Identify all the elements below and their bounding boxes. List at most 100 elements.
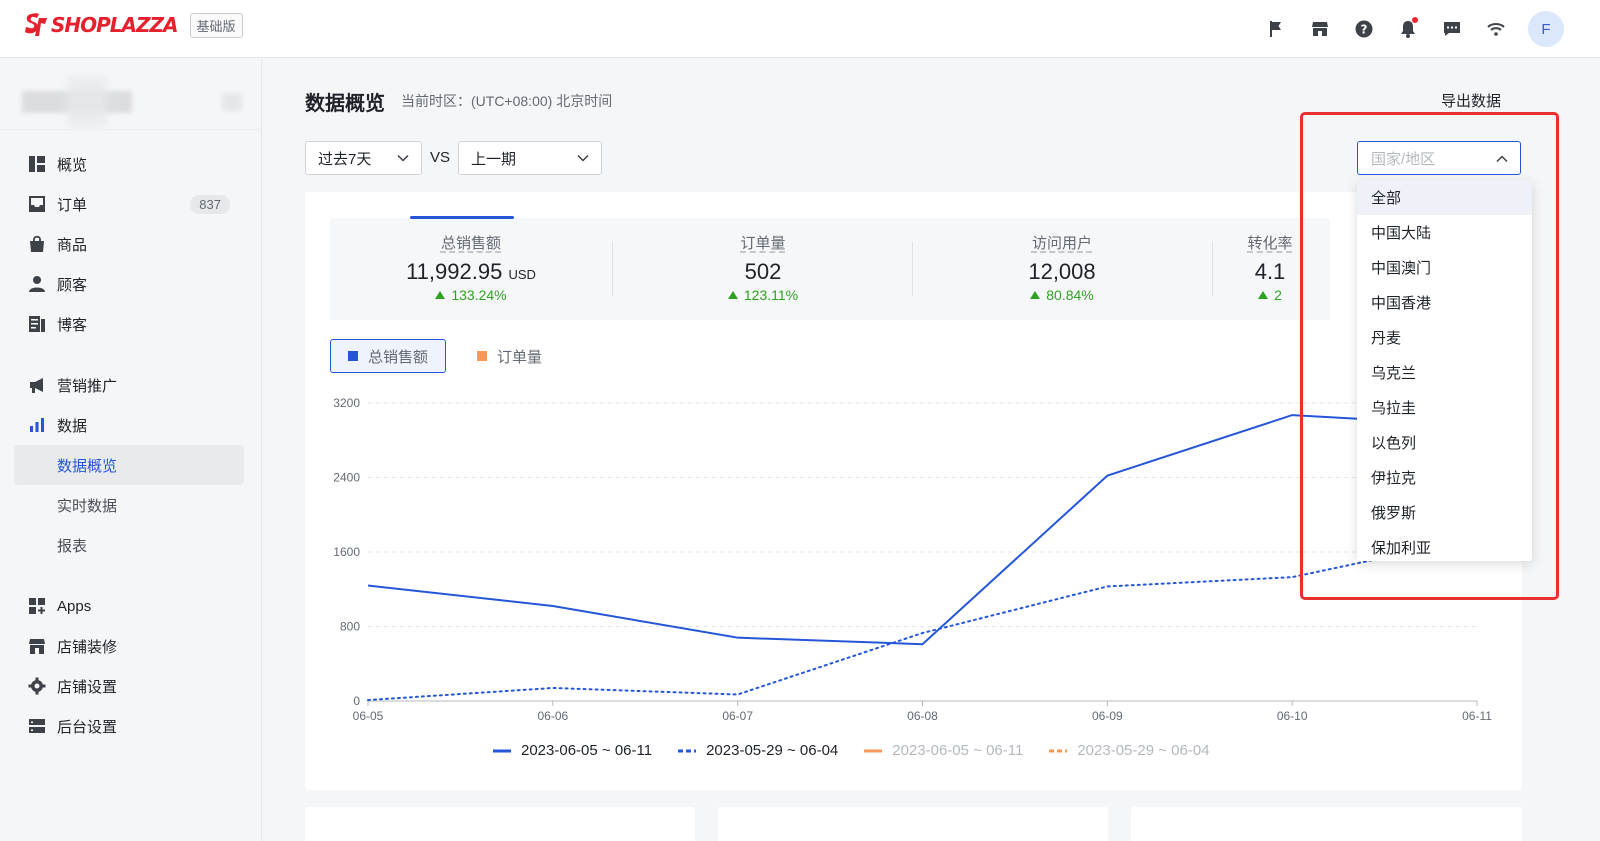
sidebar-item-label: 营销推广 bbox=[57, 377, 118, 395]
sidebar-item-label: 数据 bbox=[57, 417, 88, 435]
page-title: 数据概览 bbox=[305, 93, 385, 115]
svg-text:?: ? bbox=[1361, 23, 1368, 37]
toggle-label: 总销售额 bbox=[368, 348, 429, 366]
sidebar: 概览 订单 837 商品 顾客 博客 营销推广 数据 数据概览 实时数据 报表 … bbox=[0, 59, 262, 841]
active-metric-indicator bbox=[410, 216, 514, 219]
y-tick-label: 800 bbox=[340, 620, 360, 634]
sidebar-item-products[interactable]: 商品 bbox=[14, 224, 244, 264]
wifi-icon[interactable] bbox=[1474, 8, 1518, 50]
stat-card bbox=[718, 807, 1108, 841]
metric-conversion[interactable]: 转化率 4.1 2 bbox=[1210, 218, 1330, 320]
server-icon bbox=[28, 717, 46, 735]
message-icon[interactable] bbox=[1430, 8, 1474, 50]
region-option[interactable]: 保加利亚 bbox=[1357, 530, 1532, 561]
metric-orders[interactable]: 订单量 502 123.11% bbox=[622, 218, 904, 320]
legend-label: 2023-06-05 ~ 06-11 bbox=[521, 742, 653, 759]
sidebar-item-realtime-data[interactable]: 实时数据 bbox=[14, 485, 244, 525]
store-name-blurred[interactable] bbox=[22, 77, 242, 127]
y-tick-label: 3200 bbox=[333, 396, 360, 410]
y-tick-label: 2400 bbox=[333, 471, 360, 485]
sidebar-item-store-settings[interactable]: 店铺设置 bbox=[14, 666, 244, 706]
user-icon bbox=[28, 275, 46, 293]
header-actions: ? F bbox=[1254, 8, 1564, 50]
region-option[interactable]: 乌拉圭 bbox=[1357, 390, 1532, 425]
sidebar-item-admin-settings[interactable]: 后台设置 bbox=[14, 706, 244, 746]
metric-change: 133.24% bbox=[330, 287, 612, 303]
sidebar-item-blog[interactable]: 博客 bbox=[14, 304, 244, 344]
series-color-swatch bbox=[348, 351, 358, 361]
region-option[interactable]: 丹麦 bbox=[1357, 320, 1532, 355]
x-tick-label: 06-07 bbox=[722, 709, 753, 723]
period-select[interactable]: 过去7天 bbox=[305, 141, 422, 175]
bottom-cards bbox=[305, 807, 1522, 841]
period-select-value: 过去7天 bbox=[318, 150, 372, 168]
brand-logo[interactable]: SHOPLAZZA 基础版 bbox=[24, 12, 243, 38]
metric-total-sales[interactable]: 总销售额 11,992.95 USD 133.24% bbox=[330, 216, 612, 320]
sidebar-item-overview[interactable]: 概览 bbox=[14, 144, 244, 184]
help-icon[interactable]: ? bbox=[1342, 8, 1386, 50]
sidebar-item-apps[interactable]: Apps bbox=[14, 586, 244, 626]
avatar[interactable]: F bbox=[1528, 11, 1564, 47]
sidebar-item-reports[interactable]: 报表 bbox=[14, 525, 244, 565]
vs-label: VS bbox=[430, 149, 451, 166]
series-color-swatch bbox=[477, 351, 487, 361]
chevron-down-icon bbox=[397, 154, 409, 162]
region-option[interactable]: 伊拉克 bbox=[1357, 460, 1532, 495]
current-period-sales-line bbox=[367, 414, 1478, 646]
flag-icon[interactable] bbox=[1254, 8, 1298, 50]
legend-item-previous-orders[interactable]: 2023-05-29 ~ 06-04 bbox=[1049, 742, 1210, 759]
sidebar-item-data[interactable]: 数据 bbox=[14, 405, 244, 445]
region-option[interactable]: 中国香港 bbox=[1357, 285, 1532, 320]
sidebar-item-label: 店铺装修 bbox=[57, 638, 118, 656]
legend-item-previous-sales[interactable]: 2023-05-29 ~ 06-04 bbox=[678, 742, 838, 759]
sidebar-item-marketing[interactable]: 营销推广 bbox=[14, 365, 244, 405]
metric-change: 2 bbox=[1210, 287, 1330, 303]
orders-count-badge: 837 bbox=[190, 194, 230, 214]
compare-select[interactable]: 上一期 bbox=[458, 141, 602, 175]
region-option[interactable]: 中国大陆 bbox=[1357, 215, 1532, 250]
metrics-row: 总销售额 11,992.95 USD 133.24% 订单量 502 123.1… bbox=[330, 216, 1330, 320]
metric-value: 4.1 bbox=[1254, 259, 1286, 284]
metric-value: 12,008 bbox=[1028, 259, 1096, 284]
previous-period-sales-line bbox=[367, 537, 1478, 702]
region-option[interactable]: 中国澳门 bbox=[1357, 250, 1532, 285]
sidebar-item-label: 商品 bbox=[57, 236, 88, 254]
region-option[interactable]: 俄罗斯 bbox=[1357, 495, 1532, 530]
chevron-up-icon bbox=[1496, 155, 1508, 163]
metric-value: 11,992.95 USD bbox=[406, 259, 536, 284]
stat-card bbox=[1131, 807, 1522, 841]
sales-line-chart: 0 800 1600 2400 3200 06-05 06-06 06-07 06-08 06-0… bbox=[333, 396, 1492, 723]
sidebar-item-orders[interactable]: 订单 837 bbox=[14, 184, 244, 224]
storefront-icon bbox=[28, 637, 46, 655]
sidebar-item-label: 订单 bbox=[57, 196, 88, 214]
compare-select-value: 上一期 bbox=[471, 150, 517, 168]
sidebar-item-customers[interactable]: 顾客 bbox=[14, 264, 244, 304]
metric-visitors[interactable]: 访问用户 12,008 80.84% bbox=[921, 218, 1203, 320]
sidebar-item-store-design[interactable]: 店铺装修 bbox=[14, 626, 244, 666]
top-header: SHOPLAZZA 基础版 ? F bbox=[0, 0, 1600, 58]
store-icon[interactable] bbox=[1298, 8, 1342, 50]
notification-dot bbox=[1412, 17, 1418, 23]
metric-label: 转化率 bbox=[1247, 235, 1293, 252]
sidebar-item-data-overview[interactable]: 数据概览 bbox=[14, 445, 244, 485]
solid-line-icon bbox=[493, 749, 511, 752]
region-option[interactable]: 全部 bbox=[1357, 180, 1532, 215]
toggle-orders[interactable]: 订单量 bbox=[460, 339, 559, 373]
legend-item-current-orders[interactable]: 2023-06-05 ~ 06-11 bbox=[864, 742, 1023, 759]
legend-item-current-sales[interactable]: 2023-06-05 ~ 06-11 bbox=[493, 742, 652, 759]
bell-icon[interactable] bbox=[1386, 8, 1430, 50]
sidebar-item-label: 顾客 bbox=[57, 276, 88, 294]
megaphone-icon bbox=[28, 376, 46, 394]
region-option[interactable]: 以色列 bbox=[1357, 425, 1532, 460]
toggle-total-sales[interactable]: 总销售额 bbox=[330, 339, 447, 373]
y-tick-label: 0 bbox=[353, 694, 360, 708]
region-select[interactable]: 国家/地区 bbox=[1357, 141, 1521, 175]
legend-label: 2023-05-29 ~ 06-04 bbox=[706, 742, 839, 759]
region-option[interactable]: 乌克兰 bbox=[1357, 355, 1532, 390]
export-data-button[interactable]: 导出数据 bbox=[1441, 90, 1501, 111]
sidebar-item-label: 概览 bbox=[57, 156, 88, 174]
dashboard-icon bbox=[28, 155, 46, 173]
arrow-up-icon bbox=[1030, 291, 1041, 299]
arrow-up-icon bbox=[727, 291, 738, 299]
sidebar-item-label: 后台设置 bbox=[57, 718, 118, 736]
